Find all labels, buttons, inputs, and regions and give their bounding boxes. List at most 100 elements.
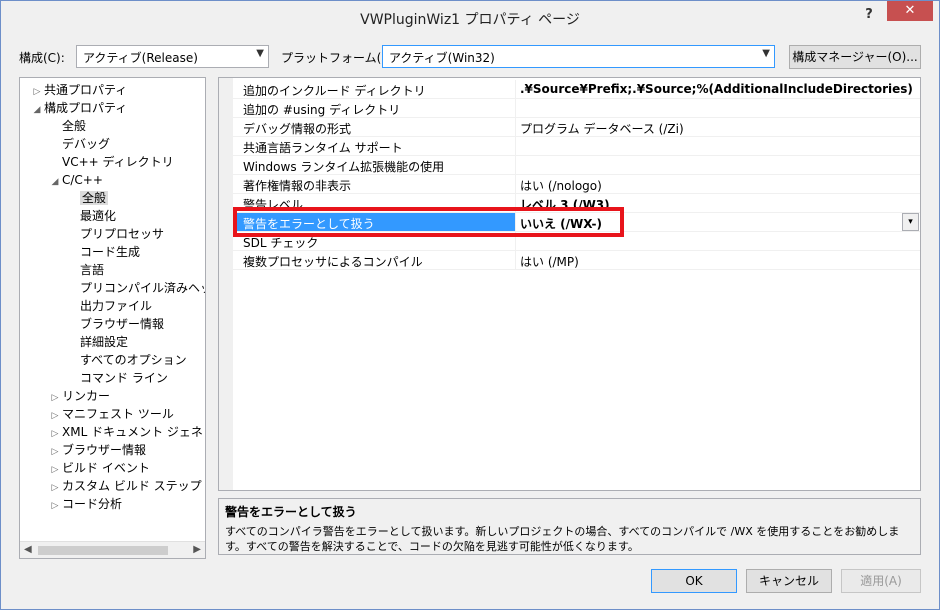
property-name[interactable]: Windows ランタイム拡張機能の使用 [243, 158, 523, 175]
property-name[interactable]: 警告レベル [243, 196, 523, 213]
property-value[interactable]: プログラム データベース (/Zi) [515, 118, 920, 136]
scroll-left-icon[interactable]: ◀ [24, 544, 32, 555]
tree-item-label: 詳細設定 [80, 335, 129, 349]
tree-item[interactable]: 言語 [66, 261, 104, 279]
property-value[interactable]: レベル 3 (/W3) [515, 194, 920, 212]
tree-item[interactable]: 最適化 [66, 207, 116, 225]
tree-item-label: デバッグ [62, 137, 111, 151]
configuration-select[interactable]: アクティブ(Release) ▼ [76, 45, 269, 68]
property-value[interactable]: はい (/nologo) [515, 175, 920, 193]
cancel-button[interactable]: キャンセル [746, 569, 832, 593]
property-row[interactable]: 警告レベル レベル 3 (/W3) [233, 194, 920, 213]
property-value[interactable]: いいえ (/WX-) [515, 213, 920, 231]
dropdown-icon[interactable]: ▾ [902, 213, 919, 231]
property-value[interactable] [515, 99, 920, 117]
tree-item[interactable]: ▷ ブラウザー情報 [48, 441, 146, 459]
expand-arrow-icon[interactable]: ◢ [48, 173, 62, 191]
property-row[interactable]: 警告をエラーとして扱う いいえ (/WX-) ▾ [233, 213, 920, 232]
platform-label: プラットフォーム(P): [281, 51, 398, 65]
property-row[interactable]: SDL チェック [233, 232, 920, 251]
tree-item-label: カスタム ビルド ステップ [62, 479, 202, 493]
tree-item[interactable]: 詳細設定 [66, 333, 128, 351]
property-row[interactable]: 追加の #using ディレクトリ [233, 99, 920, 118]
tree-item-label: 言語 [80, 263, 105, 277]
configuration-label: 構成(C): [19, 51, 65, 65]
platform-value: アクティブ(Win32) [389, 51, 495, 65]
tree-item-label: C/C++ [62, 173, 103, 187]
close-button[interactable]: ✕ [887, 1, 933, 21]
tree-item[interactable]: 全般 [48, 117, 86, 135]
apply-button[interactable]: 適用(A) [841, 569, 921, 593]
property-name[interactable]: SDL チェック [243, 234, 523, 251]
scroll-right-icon[interactable]: ▶ [193, 544, 201, 555]
tree-item[interactable]: ブラウザー情報 [66, 315, 164, 333]
category-tree[interactable]: ▷ 共通プロパティ ◢ 構成プロパティ 全般 デバッグ VC++ ディレクトリ ◢ C/C++ 全… [19, 77, 206, 559]
property-value[interactable]: はい (/MP) [515, 251, 920, 269]
property-row[interactable]: Windows ランタイム拡張機能の使用 [233, 156, 920, 175]
title-bar: VWPluginWiz1 プロパティ ページ ? ✕ [1, 1, 939, 35]
tree-item[interactable]: ▷ 共通プロパティ [30, 81, 128, 99]
tree-item-label: プリプロセッサ [80, 227, 165, 241]
window-title: VWPluginWiz1 プロパティ ページ [360, 12, 580, 28]
scroll-thumb[interactable] [38, 546, 168, 555]
tree-item[interactable]: ▷ ビルド イベント [48, 459, 150, 477]
property-grid[interactable]: 追加のインクルード ディレクトリ .¥Source¥Prefix;.¥Source… [218, 77, 921, 491]
tree-item-label: VC++ ディレクトリ [62, 155, 174, 169]
tree-item[interactable]: ▷ リンカー [48, 387, 110, 405]
tree-item[interactable]: ▷ コード分析 [48, 495, 122, 513]
ok-button[interactable]: OK [651, 569, 737, 593]
property-row[interactable]: デバッグ情報の形式 プログラム データベース (/Zi) [233, 118, 920, 137]
tree-item-label: コマンド ライン [80, 371, 168, 385]
tree-item-label: プリコンパイル済みヘッダー [80, 281, 205, 295]
property-row[interactable]: 複数プロセッサによるコンパイル はい (/MP) [233, 251, 920, 270]
tree-item-label: 出力ファイル [80, 299, 153, 313]
tree-item[interactable]: デバッグ [48, 135, 110, 153]
tree-item-label: XML ドキュメント ジェネレータ [62, 425, 205, 439]
property-value[interactable] [515, 137, 920, 155]
property-value[interactable]: .¥Source¥Prefix;.¥Source;%(AdditionalInc… [515, 80, 920, 98]
tree-item[interactable]: プリプロセッサ [66, 225, 164, 243]
property-value[interactable] [515, 156, 920, 174]
tree-item[interactable]: ▷XML ドキュメント ジェネレータ [48, 423, 205, 441]
tree-item[interactable]: ◢ C/C++ [48, 171, 103, 189]
tree-item-label: マニフェスト ツール [62, 407, 174, 421]
property-name[interactable]: 著作権情報の非表示 [243, 177, 523, 194]
configuration-manager-button[interactable]: 構成マネージャー(O)... [789, 45, 921, 69]
platform-select[interactable]: アクティブ(Win32) ▼ [382, 45, 775, 68]
tree-item[interactable]: ▷ カスタム ビルド ステップ [48, 477, 202, 495]
description-title: 警告をエラーとして扱う [225, 505, 357, 519]
help-button[interactable]: ? [857, 5, 881, 25]
property-row[interactable]: 著作権情報の非表示 はい (/nologo) [233, 175, 920, 194]
property-name[interactable]: デバッグ情報の形式 [243, 120, 523, 137]
tree-item[interactable]: VC++ ディレクトリ [48, 153, 174, 171]
horizontal-scrollbar[interactable]: ◀ ▶ [20, 541, 205, 558]
tree-item-label: リンカー [62, 389, 111, 403]
configuration-value: アクティブ(Release) [83, 51, 198, 65]
chevron-down-icon: ▼ [256, 48, 264, 59]
property-name[interactable]: 共通言語ランタイム サポート [243, 139, 523, 156]
property-row[interactable]: 追加のインクルード ディレクトリ .¥Source¥Prefix;.¥Source… [233, 80, 920, 99]
expand-arrow-icon[interactable]: ◢ [30, 101, 44, 119]
tree-item[interactable]: すべてのオプション [66, 351, 187, 369]
tree-item-label: 共通プロパティ [44, 83, 128, 97]
tree-item-label: 構成プロパティ [44, 101, 128, 115]
property-name[interactable]: 複数プロセッサによるコンパイル [243, 253, 523, 270]
tree-item-label: 全般 [62, 119, 87, 133]
property-value[interactable] [515, 232, 920, 250]
property-row[interactable]: 共通言語ランタイム サポート [233, 137, 920, 156]
expand-arrow-icon[interactable]: ▷ [48, 497, 62, 515]
tree-item[interactable]: 出力ファイル [66, 297, 152, 315]
tree-item[interactable]: コード生成 [66, 243, 140, 261]
tree-item[interactable]: 全般 [66, 189, 109, 207]
tree-item-label: ブラウザー情報 [80, 317, 165, 331]
property-pages-window: VWPluginWiz1 プロパティ ページ ? ✕ 構成(C): アクティブ(… [0, 0, 940, 610]
tree-item[interactable]: プリコンパイル済みヘッダー [66, 279, 205, 297]
tree-item-label: すべてのオプション [80, 353, 187, 367]
property-name[interactable]: 追加の #using ディレクトリ [243, 101, 523, 118]
tree-item[interactable]: ▷ マニフェスト ツール [48, 405, 174, 423]
property-name[interactable]: 警告をエラーとして扱う [233, 213, 515, 231]
tree-item[interactable]: ◢ 構成プロパティ [30, 99, 128, 119]
property-name[interactable]: 追加のインクルード ディレクトリ [243, 82, 523, 99]
tree-item-label: コード分析 [62, 497, 123, 511]
tree-item[interactable]: コマンド ライン [66, 369, 168, 387]
